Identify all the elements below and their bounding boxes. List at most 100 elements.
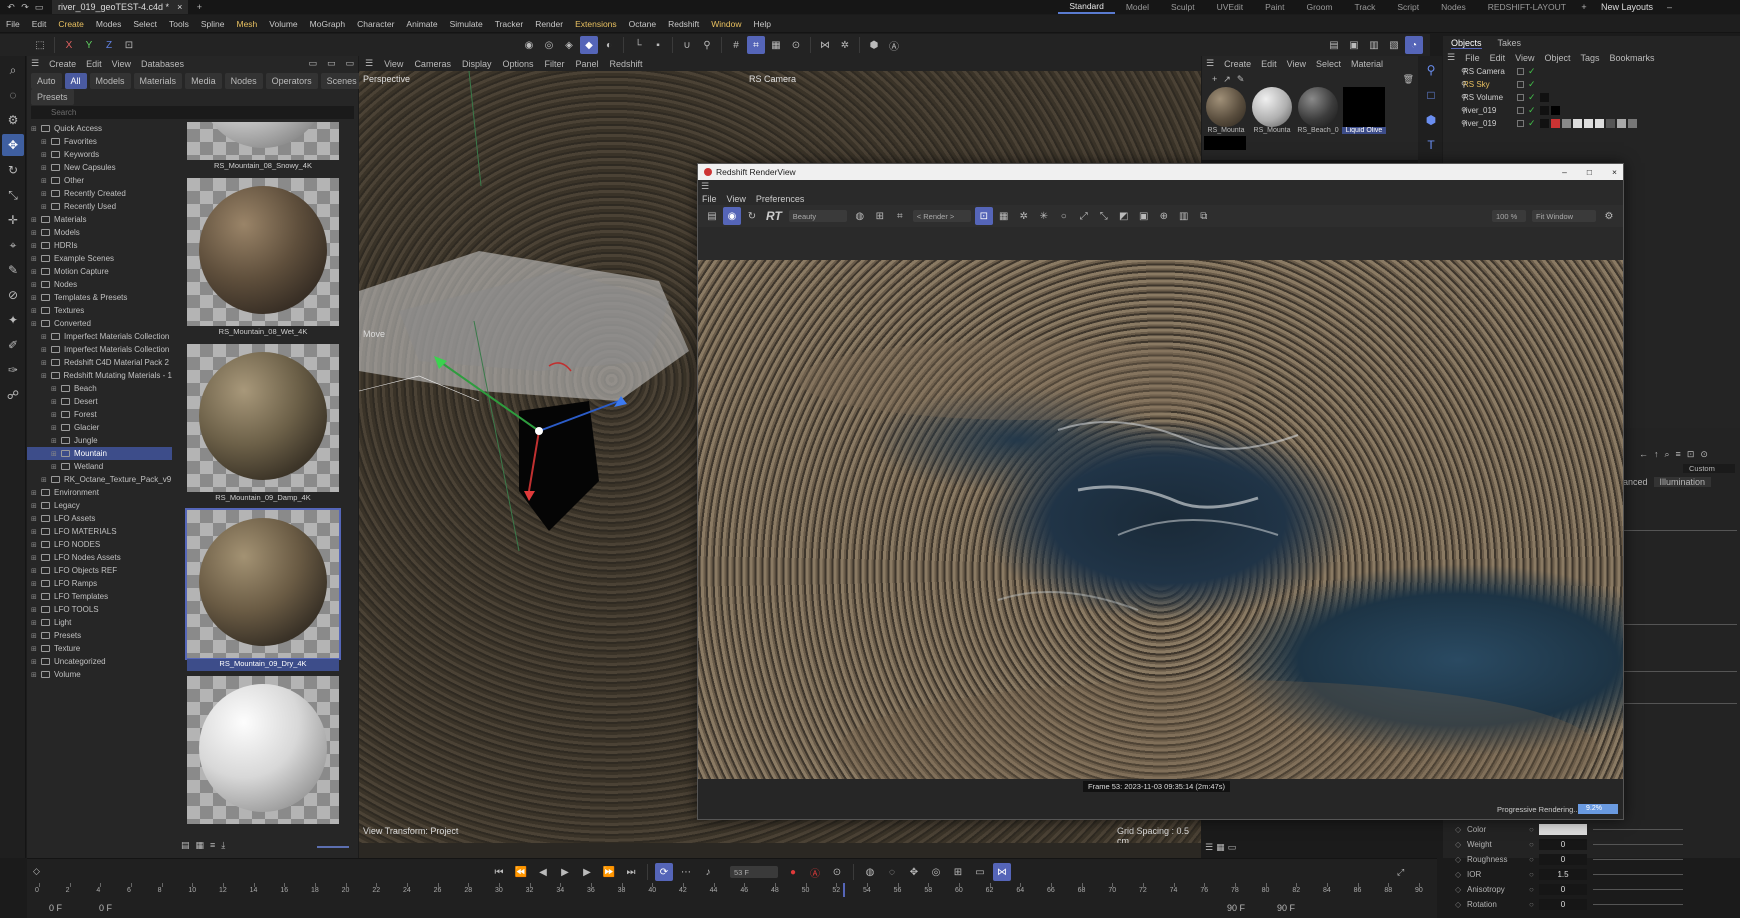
expand-icon[interactable]: ⊞ <box>41 203 49 211</box>
tree-item[interactable]: ⊞ Glacier <box>27 421 172 434</box>
add-snapshot-icon[interactable]: ⊕ <box>1155 207 1173 225</box>
menu-item[interactable]: Render <box>529 19 569 29</box>
expand-icon[interactable]: ⊞ <box>31 307 39 315</box>
expand-icon[interactable]: ⊞ <box>31 541 39 549</box>
attribute-value-field[interactable]: 0 <box>1539 884 1587 895</box>
tag-icon[interactable] <box>1605 119 1615 128</box>
enabled-check-icon[interactable]: ✓ <box>1528 118 1536 129</box>
menu-item[interactable]: Redshift <box>662 19 705 29</box>
live-selection-icon[interactable]: ◌ <box>2 84 24 106</box>
slider-track[interactable] <box>1623 671 1737 672</box>
copy-icon[interactable]: ⧉ <box>1195 207 1213 225</box>
brush-icon[interactable]: ✐ <box>2 334 24 356</box>
menu-item[interactable]: Help <box>748 19 777 29</box>
animation-diamond-icon[interactable]: ◇ <box>1455 840 1465 849</box>
render-to-picture-viewer-icon[interactable]: ▥ <box>1365 36 1383 54</box>
previous-key-icon[interactable]: ⏪ <box>512 863 530 881</box>
tag-icon[interactable] <box>1550 119 1560 128</box>
sculpt-icon[interactable]: ✦ <box>2 309 24 331</box>
menu-item[interactable]: File <box>0 19 26 29</box>
tag-icon[interactable] <box>1616 119 1626 128</box>
menu-item[interactable]: Character <box>351 19 400 29</box>
expand-icon[interactable]: ⊞ <box>31 580 39 588</box>
viewport-menu-item[interactable]: View <box>384 59 403 69</box>
tree-item[interactable]: ⊞ New Capsules <box>27 161 172 174</box>
asset-filter-scenes[interactable]: Scenes <box>320 72 363 89</box>
visibility-checkbox[interactable] <box>1517 94 1524 101</box>
object-row[interactable]: ⚲ RS Sky ✓ <box>1443 78 1740 91</box>
aov-dropdown[interactable]: Beauty <box>788 210 847 222</box>
animation-diamond-icon[interactable]: ◇ <box>1455 885 1465 894</box>
expand-icon[interactable]: ⊞ <box>31 632 39 640</box>
previous-frame-icon[interactable]: ◀ <box>534 863 552 881</box>
tweak-mode-icon[interactable]: ▪ <box>649 36 667 54</box>
attribute-slider[interactable] <box>1593 874 1683 875</box>
attribute-value-field[interactable]: 0 <box>1539 839 1587 850</box>
octane-icon[interactable]: Ⓐ <box>885 36 903 54</box>
fps-icon[interactable]: ⋯ <box>677 863 695 881</box>
tree-item[interactable]: ⊞ LFO MATERIALS <box>27 525 172 538</box>
menu-item[interactable]: Animate <box>400 19 443 29</box>
material-slot-selected[interactable]: Liquid Olive <box>1342 87 1386 134</box>
panel-icon[interactable]: ▭ <box>327 58 336 69</box>
lock-icon[interactable]: ⊡ <box>974 207 993 225</box>
undo-icon[interactable]: ↶ <box>4 2 18 13</box>
asset-thumbnail[interactable]: RS_Mountain_09_Damp_4K <box>187 344 339 510</box>
add-layout-icon[interactable]: + <box>1577 2 1591 12</box>
expand-icon[interactable]: ⊞ <box>31 645 39 653</box>
scale-icon[interactable]: ⤡ <box>2 184 24 206</box>
hamburger-icon[interactable]: ☰ <box>1447 52 1455 63</box>
animation-diamond-icon[interactable]: ◇ <box>1455 900 1465 909</box>
viewport-menu-item[interactable]: Options <box>502 59 533 69</box>
render-view-window[interactable]: Redshift RenderView – □ × ☰ File View Pref… <box>697 163 1624 820</box>
search-icon[interactable]: ⌕ <box>1665 449 1670 460</box>
object-menu-item[interactable]: Object <box>1544 53 1570 63</box>
expand-icon[interactable]: ⊞ <box>31 593 39 601</box>
tree-item[interactable]: ⊞ Forest <box>27 408 172 421</box>
asset-thumbnail[interactable]: RS_Mountain_08_Snowy_4K <box>187 122 339 178</box>
pick-material-icon[interactable]: ↗ <box>1223 74 1231 85</box>
asset-filter-materials[interactable]: Materials <box>133 72 183 89</box>
menu-item[interactable]: Mesh <box>231 19 264 29</box>
asset-filter-media[interactable]: Media <box>185 72 222 89</box>
key-pla-icon[interactable]: ⊞ <box>949 863 967 881</box>
viewport-camera-label[interactable]: RS Camera <box>749 74 796 84</box>
tree-item[interactable]: ⊞ Materials <box>27 213 172 226</box>
attribute-mode-dropdown[interactable]: Custom <box>1683 464 1735 473</box>
loop-icon[interactable]: ⟳ <box>655 863 673 881</box>
go-to-end-icon[interactable]: ⏭ <box>622 863 640 881</box>
start-render-icon[interactable]: ◉ <box>723 207 741 225</box>
tag-icon[interactable] <box>1561 119 1571 128</box>
key-position-icon[interactable]: ◍ <box>861 863 879 881</box>
coordinate-system-icon[interactable]: ⊡ <box>120 36 138 54</box>
play-icon[interactable]: ▶ <box>556 863 574 881</box>
object-row[interactable]: ⚲ river_019 ✓ <box>1443 117 1740 130</box>
timeline-graph-icon[interactable]: ⤢ <box>1397 867 1404 878</box>
redshift-icon[interactable]: ⬢ <box>865 36 883 54</box>
key-rotation-icon[interactable]: ◌ <box>883 863 901 881</box>
keyframe-icon[interactable]: ○ <box>1529 870 1539 879</box>
expand-icon[interactable]: ⊞ <box>51 398 59 406</box>
tab-takes[interactable]: Takes <box>1498 38 1522 48</box>
playhead[interactable] <box>843 883 845 897</box>
render-active-icon[interactable]: ▣ <box>1345 36 1363 54</box>
snowflake-icon[interactable]: ✲ <box>1015 207 1033 225</box>
hamburger-icon[interactable]: ☰ <box>31 58 39 69</box>
enabled-check-icon[interactable]: ✓ <box>1528 105 1536 116</box>
tree-item[interactable]: ⊞ Recently Used <box>27 200 172 213</box>
tag-icon[interactable] <box>1539 106 1549 115</box>
expand-icon[interactable]: ⊞ <box>51 411 59 419</box>
expand-icon[interactable]: ⊞ <box>31 554 39 562</box>
rt-toggle[interactable]: RT <box>766 209 782 223</box>
tree-item[interactable]: ⊞ Nodes <box>27 278 172 291</box>
grid-icon[interactable]: ⊞ <box>871 207 889 225</box>
attribute-value-field[interactable]: 0 <box>1539 854 1587 865</box>
viewport-menu-item[interactable]: Cameras <box>414 59 451 69</box>
search-input[interactable]: Search <box>31 106 354 119</box>
asset-thumbnail[interactable] <box>187 676 339 842</box>
expand-icon[interactable]: ⊞ <box>31 515 39 523</box>
keyframe-selection-icon[interactable]: ⊙ <box>828 863 846 881</box>
tree-item[interactable]: ⊞ LFO TOOLS <box>27 603 172 616</box>
expand-icon[interactable]: ⊞ <box>31 606 39 614</box>
download-icon[interactable]: ⤓ <box>221 840 225 851</box>
